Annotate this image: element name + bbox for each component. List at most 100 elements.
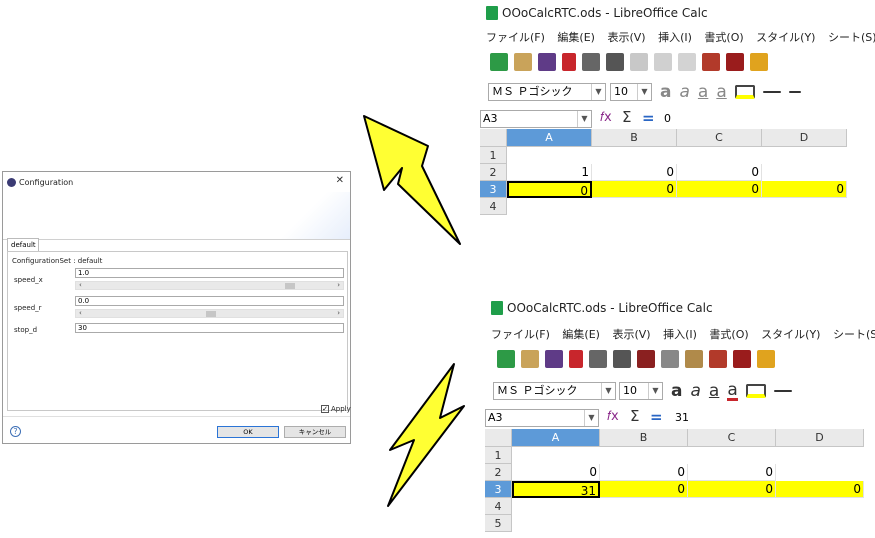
font-color-icon[interactable]: a — [716, 82, 726, 102]
save-icon[interactable] — [545, 350, 563, 368]
column-header-a[interactable]: A — [507, 129, 592, 147]
font-name-box[interactable]: ＭＳ Ｐゴシック ▼ — [493, 382, 616, 400]
cell-a3[interactable]: 0 — [507, 181, 592, 198]
chevron-down-icon[interactable]: ▼ — [601, 383, 615, 399]
column-header-c[interactable]: C — [688, 429, 776, 447]
cell-c2[interactable]: 0 — [677, 164, 762, 181]
cell-b2[interactable]: 0 — [600, 464, 688, 481]
font-size-box[interactable]: 10 ▼ — [619, 382, 663, 400]
print-preview-icon[interactable] — [613, 350, 631, 368]
speed-x-slider-thumb[interactable] — [285, 283, 295, 289]
underline-icon[interactable]: a — [698, 82, 708, 102]
menu-format[interactable]: 書式(O) — [709, 328, 748, 341]
close-icon[interactable]: ✕ — [336, 175, 344, 186]
cut-icon[interactable] — [637, 350, 655, 368]
clear-formatting-icon[interactable] — [726, 53, 744, 71]
align-center-icon[interactable] — [788, 91, 801, 93]
speed-r-slider[interactable]: ‹ › — [75, 309, 344, 318]
select-all-corner[interactable] — [480, 129, 507, 147]
row-header-3[interactable]: 3 — [480, 181, 507, 198]
print-icon[interactable] — [589, 350, 607, 368]
column-header-c[interactable]: C — [677, 129, 762, 147]
menu-edit[interactable]: 編集(E) — [557, 31, 595, 44]
speed-r-slider-thumb[interactable] — [206, 311, 216, 317]
menu-styles[interactable]: スタイル(Y) — [761, 328, 820, 341]
scroll-right-icon[interactable]: › — [337, 309, 340, 317]
column-header-b[interactable]: B — [600, 429, 688, 447]
chevron-down-icon[interactable]: ▼ — [577, 111, 591, 127]
undo-icon[interactable] — [757, 350, 775, 368]
function-wizard-icon[interactable]: 𝑓x — [607, 409, 619, 424]
name-box[interactable]: A3 ▼ — [480, 110, 592, 128]
cancel-button[interactable]: キャンセル — [284, 426, 346, 438]
clone-formatting-icon[interactable] — [709, 350, 727, 368]
print-icon[interactable] — [582, 53, 600, 71]
save-icon[interactable] — [538, 53, 556, 71]
cell-c2[interactable]: 0 — [688, 464, 776, 481]
export-pdf-icon[interactable] — [562, 53, 576, 71]
cell-b3[interactable]: 0 — [600, 481, 688, 498]
scroll-right-icon[interactable]: › — [337, 281, 340, 289]
formula-icon[interactable]: = — [650, 408, 663, 426]
cell-c3[interactable]: 0 — [677, 181, 762, 198]
row-header-2[interactable]: 2 — [485, 464, 512, 481]
name-box[interactable]: A3 ▼ — [485, 409, 599, 427]
menu-insert[interactable]: 挿入(I) — [663, 328, 697, 341]
bold-icon[interactable]: a — [671, 381, 682, 401]
bold-icon[interactable]: a — [660, 82, 671, 102]
cell-b2[interactable]: 0 — [592, 164, 677, 181]
menu-insert[interactable]: 挿入(I) — [658, 31, 692, 44]
cut-icon[interactable] — [630, 53, 648, 71]
chevron-down-icon[interactable]: ▼ — [584, 410, 598, 426]
export-pdf-icon[interactable] — [569, 350, 583, 368]
menu-styles[interactable]: スタイル(Y) — [756, 31, 815, 44]
sum-icon[interactable]: Σ — [630, 407, 639, 425]
row-header-2[interactable]: 2 — [480, 164, 507, 181]
scroll-left-icon[interactable]: ‹ — [79, 281, 82, 289]
row-header-1[interactable]: 1 — [485, 447, 512, 464]
speed-x-slider[interactable]: ‹ › — [75, 281, 344, 290]
menu-file[interactable]: ファイル(F) — [486, 31, 545, 44]
italic-icon[interactable]: a — [690, 381, 700, 401]
cell-b3[interactable]: 0 — [592, 181, 677, 198]
speed-r-field[interactable]: 0.0 — [75, 296, 344, 306]
row-header-4[interactable]: 4 — [480, 198, 507, 215]
new-icon[interactable] — [497, 350, 515, 368]
select-all-corner[interactable] — [485, 429, 512, 447]
copy-icon[interactable] — [661, 350, 679, 368]
apply-checkbox[interactable]: ✓ — [321, 405, 329, 413]
underline-icon[interactable]: a — [709, 381, 719, 401]
stop-d-field[interactable]: 30 — [75, 323, 344, 333]
italic-icon[interactable]: a — [679, 82, 689, 102]
menu-view[interactable]: 表示(V) — [607, 31, 645, 44]
menu-format[interactable]: 書式(O) — [704, 31, 743, 44]
row-header-4[interactable]: 4 — [485, 498, 512, 515]
cell-c3[interactable]: 0 — [688, 481, 776, 498]
help-icon[interactable]: ? — [10, 426, 21, 437]
column-header-d[interactable]: D — [776, 429, 864, 447]
formula-input[interactable]: 0 — [664, 110, 671, 128]
column-header-a[interactable]: A — [512, 429, 600, 447]
speed-x-field[interactable]: 1.0 — [75, 268, 344, 278]
cell-d3[interactable]: 0 — [762, 181, 847, 198]
formula-input[interactable]: 31 — [675, 409, 689, 427]
ok-button[interactable]: OK — [217, 426, 279, 438]
font-color-icon[interactable]: a — [727, 381, 738, 401]
menu-view[interactable]: 表示(V) — [612, 328, 650, 341]
cell-a2[interactable]: 0 — [512, 464, 600, 481]
font-name-box[interactable]: ＭＳ Ｐゴシック ▼ — [488, 83, 606, 101]
menu-sheet[interactable]: シート(S) — [828, 31, 875, 44]
formula-icon[interactable]: = — [642, 109, 655, 127]
chevron-down-icon[interactable]: ▼ — [648, 383, 662, 399]
cell-d3[interactable]: 0 — [776, 481, 864, 498]
print-preview-icon[interactable] — [606, 53, 624, 71]
cell-a2[interactable]: 1 — [507, 164, 592, 181]
font-size-box[interactable]: 10 ▼ — [610, 83, 652, 101]
undo-icon[interactable] — [750, 53, 768, 71]
align-left-icon[interactable] — [762, 91, 781, 93]
menu-edit[interactable]: 編集(E) — [562, 328, 600, 341]
paste-icon[interactable] — [685, 350, 703, 368]
sum-icon[interactable]: Σ — [622, 108, 631, 126]
column-header-d[interactable]: D — [762, 129, 847, 147]
highlight-icon[interactable] — [734, 85, 755, 99]
